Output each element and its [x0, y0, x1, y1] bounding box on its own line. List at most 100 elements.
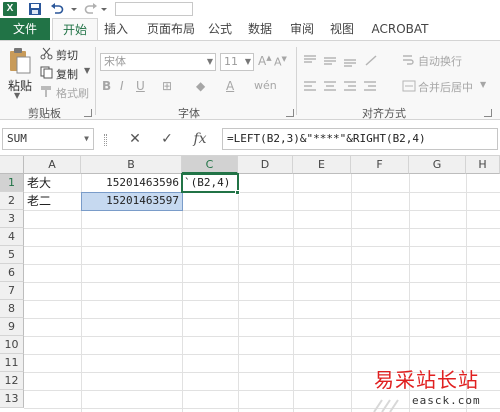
merge-center-button[interactable]: 合并后居中	[418, 79, 473, 95]
tab-review[interactable]: 审阅	[286, 18, 318, 40]
row-header[interactable]: 2	[0, 192, 24, 210]
copy-icon[interactable]	[40, 66, 53, 79]
bold-icon[interactable]: B	[102, 79, 111, 93]
wrap-text-icon[interactable]	[402, 53, 414, 67]
name-box-value: SUM	[7, 132, 27, 145]
merge-dropdown-icon[interactable]: ▼	[480, 80, 486, 89]
increase-font-icon[interactable]: A▲	[258, 54, 272, 68]
vertical-align-icons[interactable]	[302, 53, 382, 67]
format-painter-icon[interactable]	[40, 85, 53, 98]
column-header[interactable]: E	[293, 156, 351, 174]
gridline	[24, 318, 500, 319]
copy-dropdown-icon[interactable]: ▼	[84, 66, 90, 75]
insert-function-button[interactable]: fx	[188, 128, 212, 150]
fill-handle[interactable]	[235, 190, 240, 195]
font-name-value: 宋体	[104, 55, 126, 68]
save-icon[interactable]	[28, 2, 42, 16]
borders-icon[interactable]: ⊞	[162, 79, 172, 93]
qat-input-box[interactable]	[115, 2, 193, 16]
font-size-combo[interactable]: 11 ▼	[220, 53, 254, 71]
watermark-url: easck.com	[412, 394, 481, 407]
undo-dropdown-icon[interactable]	[70, 2, 78, 16]
row-header[interactable]: 6	[0, 264, 24, 282]
row-header[interactable]: 9	[0, 318, 24, 336]
customize-dropdown-icon[interactable]	[100, 2, 108, 16]
column-header[interactable]: F	[351, 156, 409, 174]
ribbon: 粘贴 ▼ 剪切 复制 ▼ 格式刷 剪贴板 宋体 ▼ 11 ▼ A▲ A▼ B I U…	[0, 40, 500, 120]
cell-b2[interactable]: 15201463597	[81, 192, 182, 210]
cut-button[interactable]: 剪切	[56, 47, 78, 63]
tab-formulas[interactable]: 公式	[204, 18, 236, 40]
row-header[interactable]: 8	[0, 300, 24, 318]
font-name-combo[interactable]: 宋体 ▼	[100, 53, 216, 71]
group-divider	[95, 47, 96, 115]
wrap-text-button[interactable]: 自动换行	[418, 53, 462, 69]
ribbon-tabs: 文件 开始 插入 页面布局 公式 数据 审阅 视图 ACROBAT	[0, 18, 500, 41]
column-header[interactable]: D	[238, 156, 293, 174]
gridline	[24, 336, 500, 337]
chevron-down-icon[interactable]: ▼	[84, 129, 89, 149]
font-size-value: 11	[224, 55, 238, 68]
column-header[interactable]: G	[409, 156, 466, 174]
italic-icon[interactable]: I	[120, 79, 124, 93]
excel-logo-icon: X	[3, 2, 17, 16]
row-header[interactable]: 3	[0, 210, 24, 228]
active-cell-c1	[181, 173, 239, 193]
select-all-corner[interactable]	[0, 156, 24, 174]
font-group-label: 字体	[178, 107, 200, 120]
font-launcher-icon[interactable]	[286, 109, 294, 117]
column-header[interactable]: C	[182, 156, 238, 174]
paste-dropdown-icon[interactable]: ▼	[14, 91, 20, 100]
chevron-down-icon[interactable]: ▼	[207, 54, 213, 70]
clipboard-group-label: 剪贴板	[28, 107, 61, 120]
copy-button[interactable]: 复制	[56, 66, 78, 82]
gridline	[24, 228, 500, 229]
horizontal-align-icons[interactable]	[302, 79, 392, 93]
phonetic-icon[interactable]: wén	[254, 79, 277, 92]
underline-icon[interactable]: U	[136, 79, 145, 93]
gridline	[24, 300, 500, 301]
tab-data[interactable]: 数据	[244, 18, 276, 40]
row-header[interactable]: 13	[0, 390, 24, 408]
row-header[interactable]: 12	[0, 372, 24, 390]
row-header[interactable]: 10	[0, 336, 24, 354]
column-header[interactable]: A	[24, 156, 81, 174]
merge-center-icon[interactable]	[402, 79, 416, 93]
paste-icon[interactable]	[8, 47, 32, 75]
row-header[interactable]: 5	[0, 246, 24, 264]
font-color-icon[interactable]: A	[226, 79, 234, 93]
clipboard-launcher-icon[interactable]	[84, 109, 92, 117]
cell-b1[interactable]: 15201463596	[81, 174, 182, 192]
formula-input[interactable]: =LEFT(B2,3)&"****"&RIGHT(B2,4)	[222, 128, 498, 150]
redo-icon[interactable]	[84, 2, 98, 16]
row-header[interactable]: 7	[0, 282, 24, 300]
row-header[interactable]: 4	[0, 228, 24, 246]
tab-home[interactable]: 开始	[52, 18, 98, 41]
gridline	[24, 246, 500, 247]
name-box[interactable]: SUM ▼	[2, 128, 94, 150]
column-header[interactable]: B	[81, 156, 182, 174]
group-divider	[296, 47, 297, 115]
cell-a1[interactable]: 老大	[27, 174, 81, 192]
fill-color-icon[interactable]: ◆	[196, 79, 205, 93]
alignment-launcher-icon[interactable]	[484, 109, 492, 117]
tab-acrobat[interactable]: ACROBAT	[368, 18, 432, 40]
format-painter-button[interactable]: 格式刷	[56, 85, 89, 101]
chevron-down-icon[interactable]: ▼	[245, 54, 251, 70]
tab-page-layout[interactable]: 页面布局	[140, 18, 202, 40]
row-header[interactable]: 11	[0, 354, 24, 372]
cell-a2[interactable]: 老二	[27, 192, 81, 210]
column-header[interactable]: H	[466, 156, 500, 174]
alignment-group-label: 对齐方式	[362, 107, 406, 120]
cancel-button[interactable]: ✕	[124, 128, 146, 150]
scissors-icon[interactable]	[40, 47, 53, 60]
enter-button[interactable]: ✓	[156, 128, 178, 150]
undo-icon[interactable]	[50, 2, 64, 16]
tab-insert[interactable]: 插入	[98, 18, 134, 40]
row-header[interactable]: 1	[0, 174, 24, 192]
gridline	[24, 282, 500, 283]
tab-view[interactable]: 视图	[326, 18, 358, 40]
decrease-font-icon[interactable]: A▼	[274, 55, 287, 69]
resize-handle-icon[interactable]	[104, 134, 107, 146]
tab-file[interactable]: 文件	[0, 18, 50, 40]
